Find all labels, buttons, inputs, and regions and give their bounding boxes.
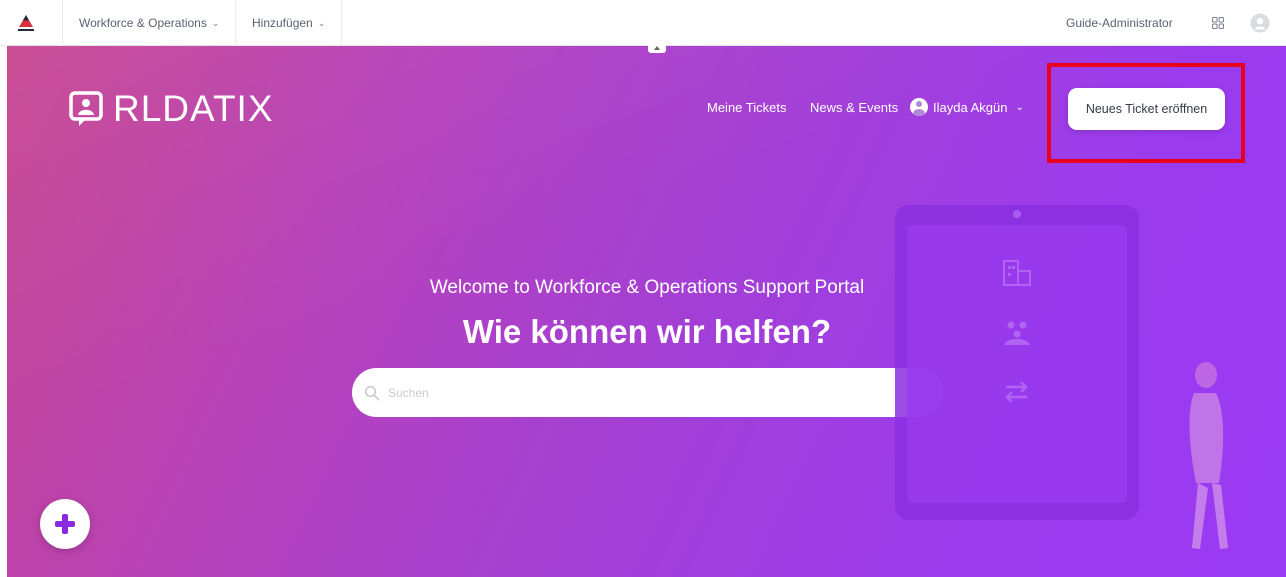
chevron-down-icon: ⌄ — [1015, 101, 1024, 113]
support-portal-hero: RLDATIX Meine Tickets News & Events Ilay… — [7, 46, 1286, 577]
add-menu[interactable]: Hinzufügen ⌄ — [235, 0, 343, 46]
rldatix-logo-icon — [69, 91, 103, 126]
guide-administrator-label: Guide-Administrator — [1066, 16, 1173, 30]
chevron-down-icon: ⌄ — [317, 17, 326, 28]
user-name: Ilayda Akgün — [933, 99, 1008, 115]
add-floating-button[interactable] — [40, 499, 90, 549]
user-profile-icon[interactable] — [1250, 13, 1270, 33]
person-illustration — [1189, 362, 1228, 549]
chevron-down-icon: ⌄ — [211, 17, 220, 28]
nav-my-tickets[interactable]: Meine Tickets — [707, 100, 786, 115]
rldatix-wordmark: RLDATIX — [113, 87, 274, 129]
rldatix-logo[interactable]: RLDATIX — [69, 86, 274, 130]
highlight-annotation-box — [1047, 63, 1245, 163]
avatar — [910, 98, 928, 116]
search-input[interactable] — [388, 377, 943, 408]
apps-grid-icon[interactable] — [1212, 17, 1224, 29]
search-bar[interactable] — [352, 368, 943, 417]
app-logo-icon[interactable] — [14, 12, 38, 34]
nav-news-events[interactable]: News & Events — [810, 100, 898, 115]
guide-administrator-link[interactable]: Guide-Administrator — [1066, 0, 1173, 46]
workforce-operations-menu[interactable]: Workforce & Operations ⌄ — [62, 0, 235, 46]
workforce-operations-menu-label: Workforce & Operations — [79, 16, 207, 30]
add-menu-label: Hinzufügen — [252, 16, 313, 30]
tablet-illustration — [895, 205, 1228, 549]
collapse-topbar-toggle[interactable] — [648, 44, 666, 53]
search-icon — [364, 385, 380, 400]
plus-icon — [55, 514, 75, 534]
top-admin-bar: Workforce & Operations ⌄ Hinzufügen ⌄ Gu… — [0, 0, 1286, 46]
user-menu[interactable]: Ilayda Akgün ⌄ — [910, 98, 1024, 116]
